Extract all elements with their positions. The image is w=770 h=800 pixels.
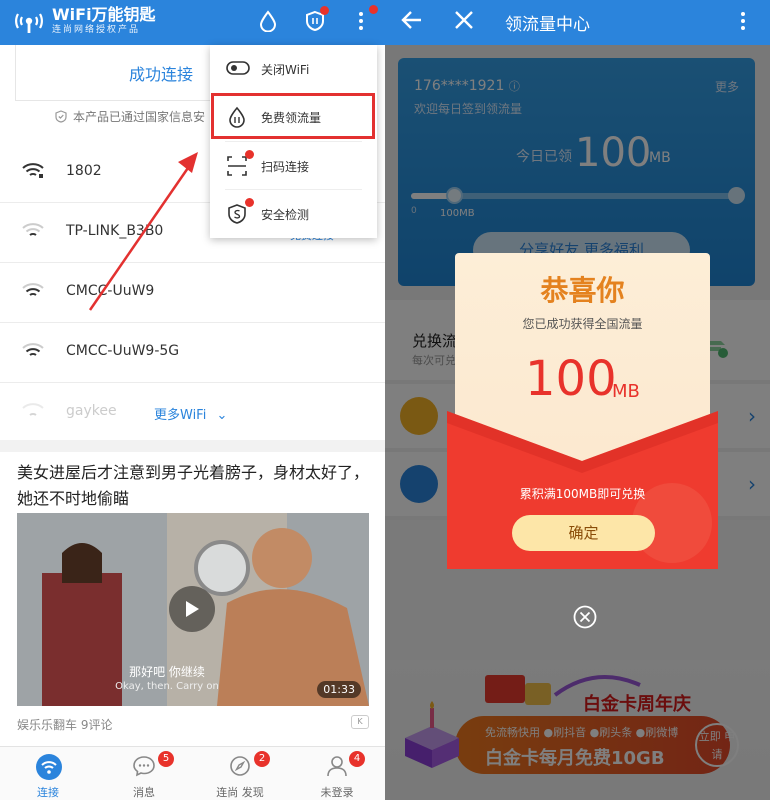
nav-label: 连尚 发现 [216,786,264,799]
menu-item-label: 关闭WiFi [261,63,310,77]
reward-unit: MB [612,381,640,402]
menu-item-label: 扫码连接 [261,160,310,174]
menu-item-close-wifi[interactable]: 关闭WiFi [210,45,377,93]
water-drop-button[interactable] [256,8,280,34]
wifi-item[interactable]: CMCC-UuW9-5G [0,323,385,383]
security-notice: 本产品已通过国家信息安 [55,108,205,125]
compass-icon [230,756,250,776]
brand-title: WiFi万能钥匙 [52,5,156,24]
app-logo: WiFi万能钥匙 连尚网络授权产品 [12,6,156,36]
toggle-icon [226,61,250,75]
wifi-key-logo-icon [15,13,43,33]
message-icon [133,756,155,777]
wifi-item[interactable]: CMCC-UuW9 [0,263,385,323]
close-button[interactable] [453,9,475,35]
more-menu-button[interactable] [349,5,378,34]
reward-popup: 恭喜你 您已成功获得全国流量 100 MB 累积满100MB即可兑换 确定 [447,253,718,569]
message-badge: 5 [158,751,174,767]
back-button[interactable] [401,8,423,36]
menu-item-security-check[interactable]: 安全检测 [225,189,362,237]
arrow-left-icon [401,11,421,29]
confirm-button[interactable]: 确定 [512,515,655,551]
shield-icon [228,204,246,224]
more-vertical-icon [741,12,745,30]
water-drop-icon [259,10,277,32]
play-icon [186,601,199,617]
security-notice-text: 本产品已通过国家信息安 [73,110,206,124]
top-bar: 领流量中心 [385,0,770,45]
notification-dot [369,5,378,14]
overflow-menu: 关闭WiFi 免费领流量 扫码连接 安全检测 [210,45,377,238]
more-wifi-link[interactable]: 更多WiFi ⌄ [154,404,227,423]
wifi-name: CMCC-UuW9 [66,283,155,299]
reward-amount: 100 [525,351,617,407]
wifi-signal-icon [22,283,44,296]
wifi-name: TP-LINK_B3B0 [66,223,164,239]
wifi-name: 1802 [66,163,102,179]
close-circle-icon[interactable] [573,605,597,629]
top-bar: WiFi万能钥匙 连尚网络授权产品 [0,0,385,45]
brand-subtitle: 连尚网络授权产品 [52,25,141,35]
popup-info: 累积满100MB即可兑换 [519,487,646,501]
play-button[interactable] [169,586,215,632]
bottom-nav: 连接 5 消息 2 连尚 发现 4 未登录 [0,746,385,800]
page-title: 领流量中心 [505,15,590,35]
video-subtitle-en: Okay, then. Carry on [115,681,219,692]
notification-dot [320,6,329,15]
news-video[interactable]: 那好吧 你继续 Okay, then. Carry on 01:33 [17,513,369,706]
wifi-signal-icon [22,223,44,236]
security-button[interactable] [303,6,329,34]
nav-discover[interactable]: 2 连尚 发现 [192,747,288,800]
nav-messages[interactable]: 5 消息 [96,747,192,800]
nav-label: 连接 [37,786,59,799]
wifi-name: gaykee [66,403,117,419]
popup-title: 恭喜你 [540,274,625,307]
wifi-icon [36,754,62,780]
news-title[interactable]: 美女进屋后才注意到男子光着膀子，身材太好了，她还不时地偷瞄 [17,460,372,512]
right-screen: 领流量中心 176****1921 ⓘ 更多 欢迎每日签到领流量 今日已领 10… [385,0,770,800]
menu-item-scan[interactable]: 扫码连接 [225,141,362,189]
wifi-signal-icon [22,343,44,356]
nav-profile[interactable]: 4 未登录 [289,747,385,800]
more-wifi-label: 更多WiFi [154,408,207,423]
chevron-down-icon: ⌄ [216,408,228,423]
wifi-signal-icon [22,163,44,178]
nav-label: 消息 [133,786,155,799]
wifi-signal-icon [22,403,44,416]
notification-dot [245,198,254,207]
left-screen: WiFi万能钥匙 连尚网络授权产品 成功连接 本产品已通过国家信息安 1802 … [0,0,385,800]
section-divider [0,440,385,452]
highlight-box [211,93,375,139]
menu-item-label: 安全检测 [261,208,310,222]
profile-badge: 4 [349,751,365,767]
more-menu-button[interactable] [740,11,746,35]
dismiss-news-button[interactable]: K [351,715,369,729]
nav-label: 未登录 [320,786,354,799]
nav-connect[interactable]: 连接 [0,747,96,800]
more-vertical-icon [359,12,363,30]
news-source: 娱乐乐翻车 9评论 [17,718,113,732]
video-subtitle: 那好吧 你继续 [129,665,205,679]
scan-icon [227,156,247,176]
notification-dot [245,150,254,159]
popup-subtitle: 您已成功获得全国流量 [522,317,643,331]
video-duration: 01:33 [317,681,361,698]
close-icon [455,11,473,29]
discover-badge: 2 [254,751,270,767]
shield-check-icon [55,110,67,123]
wifi-name: CMCC-UuW9-5G [66,343,180,359]
user-icon [327,756,347,777]
